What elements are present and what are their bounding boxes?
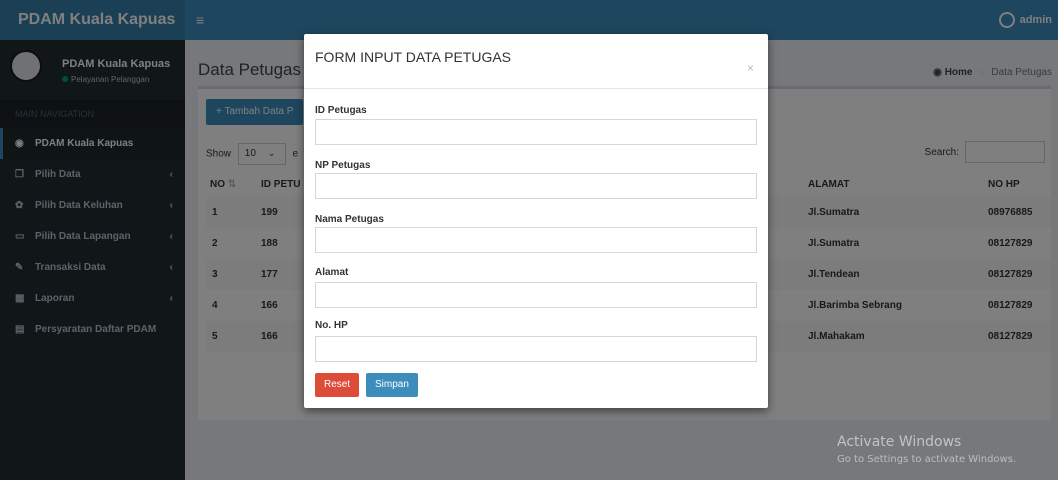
alamat-label: Alamat (315, 267, 349, 278)
modal-title: FORM INPUT DATA PETUGAS (315, 49, 512, 65)
close-icon[interactable]: × (747, 61, 754, 75)
simpan-button[interactable]: Simpan (366, 373, 418, 397)
no-hp-input[interactable] (315, 336, 757, 362)
modal-divider (304, 88, 768, 89)
no-hp-label: No. HP (315, 320, 348, 331)
id-petugas-input[interactable] (315, 119, 757, 145)
activation-watermark-subtitle: Go to Settings to activate Windows. (837, 454, 1017, 465)
reset-button[interactable]: Reset (315, 373, 360, 397)
id-petugas-label: ID Petugas (315, 105, 367, 116)
nama-petugas-input[interactable] (315, 227, 757, 253)
np-petugas-input[interactable] (315, 173, 757, 199)
np-petugas-label: NP Petugas (315, 160, 371, 171)
nama-petugas-label: Nama Petugas (315, 214, 384, 225)
alamat-input[interactable] (315, 282, 757, 308)
activation-watermark-title: Activate Windows (837, 434, 962, 450)
form-modal: FORM INPUT DATA PETUGAS × ID Petugas NP … (304, 34, 768, 408)
